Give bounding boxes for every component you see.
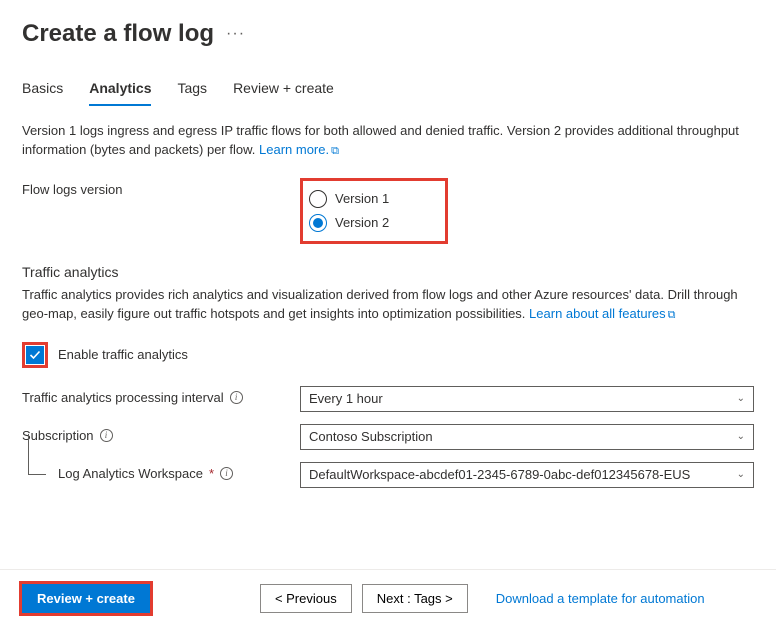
version-description: Version 1 logs ingress and egress IP tra… bbox=[22, 122, 754, 160]
external-link-icon: ⧉ bbox=[668, 308, 676, 324]
page-title: Create a flow log bbox=[22, 20, 214, 48]
external-link-icon: ⧉ bbox=[331, 144, 339, 160]
workspace-dropdown[interactable]: DefaultWorkspace-abcdef01-2345-6789-0abc… bbox=[300, 462, 754, 488]
download-template-link[interactable]: Download a template for automation bbox=[496, 591, 705, 606]
learn-features-link[interactable]: Learn about all features⧉ bbox=[529, 306, 675, 321]
chevron-down-icon: ⌄ bbox=[737, 431, 745, 442]
tab-basics[interactable]: Basics bbox=[22, 76, 63, 106]
traffic-description: Traffic analytics provides rich analytic… bbox=[22, 286, 754, 324]
subscription-value: Contoso Subscription bbox=[309, 429, 433, 444]
previous-button[interactable]: < Previous bbox=[260, 584, 352, 613]
review-create-button[interactable]: Review + create bbox=[22, 584, 150, 613]
info-icon[interactable]: i bbox=[230, 391, 243, 404]
tab-bar: Basics Analytics Tags Review + create bbox=[22, 76, 754, 106]
version-1-label: Version 1 bbox=[335, 191, 389, 206]
next-button[interactable]: Next : Tags > bbox=[362, 584, 468, 613]
flow-logs-version-label: Flow logs version bbox=[22, 178, 300, 197]
subscription-label: Subscription bbox=[22, 428, 94, 443]
version-2-radio[interactable]: Version 2 bbox=[309, 211, 389, 235]
version-radio-group: Version 1 Version 2 bbox=[300, 178, 448, 244]
interval-dropdown[interactable]: Every 1 hour ⌄ bbox=[300, 386, 754, 412]
tab-analytics[interactable]: Analytics bbox=[89, 76, 151, 106]
radio-icon bbox=[309, 190, 327, 208]
info-icon[interactable]: i bbox=[220, 467, 233, 480]
more-actions-button[interactable]: ··· bbox=[226, 25, 245, 43]
learn-more-link[interactable]: Learn more.⧉ bbox=[259, 142, 339, 157]
radio-checked-icon bbox=[309, 214, 327, 232]
learn-features-text: Learn about all features bbox=[529, 306, 666, 321]
tab-tags[interactable]: Tags bbox=[177, 76, 207, 106]
learn-more-text: Learn more. bbox=[259, 142, 329, 157]
workspace-value: DefaultWorkspace-abcdef01-2345-6789-0abc… bbox=[309, 467, 690, 482]
interval-label: Traffic analytics processing interval bbox=[22, 390, 224, 405]
version-2-label: Version 2 bbox=[335, 215, 389, 230]
checkbox-highlight bbox=[22, 342, 48, 368]
interval-value: Every 1 hour bbox=[309, 391, 383, 406]
checkmark-icon bbox=[29, 349, 41, 361]
workspace-label: Log Analytics Workspace bbox=[58, 466, 203, 481]
tab-review[interactable]: Review + create bbox=[233, 76, 334, 106]
chevron-down-icon: ⌄ bbox=[737, 469, 745, 480]
version-description-text: Version 1 logs ingress and egress IP tra… bbox=[22, 123, 739, 157]
traffic-analytics-heading: Traffic analytics bbox=[22, 264, 754, 280]
required-indicator: * bbox=[209, 466, 214, 481]
chevron-down-icon: ⌄ bbox=[737, 393, 745, 404]
version-1-radio[interactable]: Version 1 bbox=[309, 187, 389, 211]
info-icon[interactable]: i bbox=[100, 429, 113, 442]
footer-bar: Review + create < Previous Next : Tags >… bbox=[0, 569, 776, 627]
enable-traffic-analytics-checkbox[interactable] bbox=[26, 346, 44, 364]
enable-traffic-analytics-label: Enable traffic analytics bbox=[58, 347, 188, 362]
subscription-dropdown[interactable]: Contoso Subscription ⌄ bbox=[300, 424, 754, 450]
